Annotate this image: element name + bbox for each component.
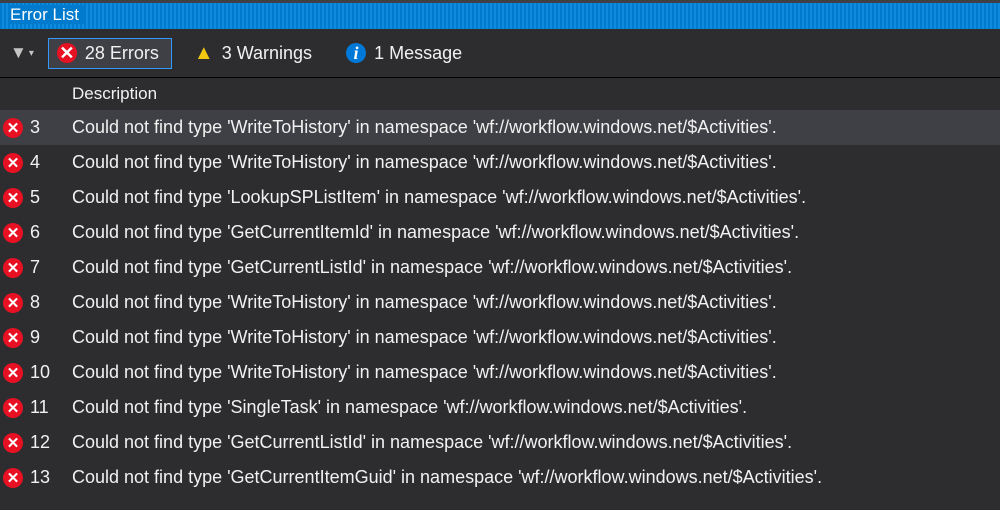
error-icon: ✕ [3,188,23,208]
table-row[interactable]: ✕10Could not find type 'WriteToHistory' … [0,355,1000,390]
row-number: 7 [26,257,68,278]
row-icon-cell: ✕ [0,188,26,208]
table-row[interactable]: ✕7Could not find type 'GetCurrentListId'… [0,250,1000,285]
table-row[interactable]: ✕8Could not find type 'WriteToHistory' i… [0,285,1000,320]
error-icon: ✕ [3,153,23,173]
row-number: 3 [26,117,68,138]
row-icon-cell: ✕ [0,468,26,488]
table-row[interactable]: ✕6Could not find type 'GetCurrentItemId'… [0,215,1000,250]
table-row[interactable]: ✕11Could not find type 'SingleTask' in n… [0,390,1000,425]
messages-count-label: 1 Message [374,43,462,64]
row-icon-cell: ✕ [0,258,26,278]
row-number: 12 [26,432,68,453]
row-description: Could not find type 'WriteToHistory' in … [68,292,1000,313]
row-description: Could not find type 'GetCurrentItemId' i… [68,222,1000,243]
row-description: Could not find type 'WriteToHistory' in … [68,152,1000,173]
errors-toggle[interactable]: ✕ 28 Errors [48,38,172,69]
filter-dropdown[interactable]: ▼ ▾ [10,43,34,63]
row-icon-cell: ✕ [0,363,26,383]
error-icon: ✕ [3,398,23,418]
warning-icon: ▲ [194,42,214,65]
row-number: 10 [26,362,68,383]
error-icon: ✕ [3,293,23,313]
row-number: 11 [26,397,68,418]
error-icon: ✕ [57,43,77,63]
header-description[interactable]: Description [68,84,1000,104]
table-row[interactable]: ✕5Could not find type 'LookupSPListItem'… [0,180,1000,215]
toolbar: ▼ ▾ ✕ 28 Errors ▲ 3 Warnings i 1 Message [0,29,1000,78]
panel-title: Error List [0,0,1000,29]
table-row[interactable]: ✕4Could not find type 'WriteToHistory' i… [0,145,1000,180]
error-grid: ✕3Could not find type 'WriteToHistory' i… [0,110,1000,495]
error-icon: ✕ [3,363,23,383]
row-number: 6 [26,222,68,243]
messages-toggle[interactable]: i 1 Message [338,39,474,68]
row-icon-cell: ✕ [0,153,26,173]
table-row[interactable]: ✕3Could not find type 'WriteToHistory' i… [0,110,1000,145]
error-icon: ✕ [3,328,23,348]
row-icon-cell: ✕ [0,328,26,348]
row-description: Could not find type 'SingleTask' in name… [68,397,1000,418]
row-icon-cell: ✕ [0,398,26,418]
row-icon-cell: ✕ [0,223,26,243]
row-description: Could not find type 'WriteToHistory' in … [68,117,1000,138]
error-icon: ✕ [3,433,23,453]
row-description: Could not find type 'GetCurrentListId' i… [68,432,1000,453]
error-icon: ✕ [3,468,23,488]
error-icon: ✕ [3,258,23,278]
panel-title-text: Error List [10,5,85,24]
row-icon-cell: ✕ [0,118,26,138]
chevron-down-icon: ▾ [29,48,34,59]
info-icon: i [346,43,366,63]
warnings-toggle[interactable]: ▲ 3 Warnings [186,38,324,69]
table-row[interactable]: ✕9Could not find type 'WriteToHistory' i… [0,320,1000,355]
error-icon: ✕ [3,118,23,138]
error-icon: ✕ [3,223,23,243]
row-description: Could not find type 'GetCurrentListId' i… [68,257,1000,278]
warnings-count-label: 3 Warnings [222,43,312,64]
grid-header: Description [0,78,1000,110]
row-number: 4 [26,152,68,173]
row-icon-cell: ✕ [0,293,26,313]
funnel-icon: ▼ [10,43,27,63]
row-number: 5 [26,187,68,208]
row-icon-cell: ✕ [0,433,26,453]
row-number: 9 [26,327,68,348]
table-row[interactable]: ✕12Could not find type 'GetCurrentListId… [0,425,1000,460]
table-row[interactable]: ✕13Could not find type 'GetCurrentItemGu… [0,460,1000,495]
row-number: 8 [26,292,68,313]
row-description: Could not find type 'LookupSPListItem' i… [68,187,1000,208]
row-description: Could not find type 'WriteToHistory' in … [68,327,1000,348]
row-description: Could not find type 'GetCurrentItemGuid'… [68,467,1000,488]
row-number: 13 [26,467,68,488]
errors-count-label: 28 Errors [85,43,159,64]
row-description: Could not find type 'WriteToHistory' in … [68,362,1000,383]
